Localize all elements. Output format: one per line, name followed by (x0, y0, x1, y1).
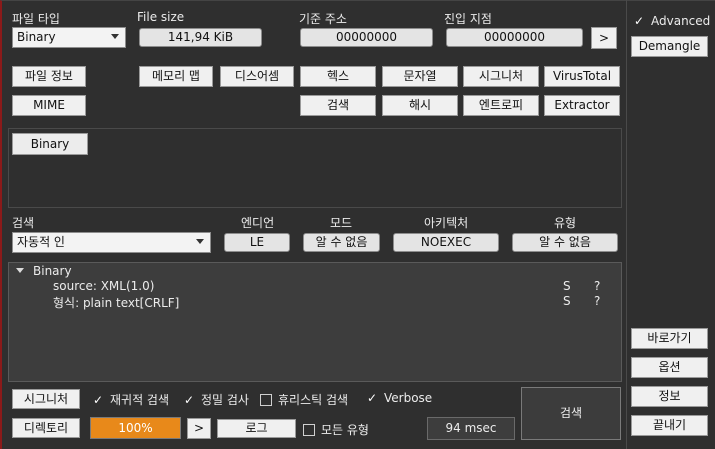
hex-button[interactable]: 헥스 (300, 66, 376, 87)
demangle-button[interactable]: Demangle (631, 36, 708, 57)
tree-row-source-flag[interactable]: S (563, 279, 571, 293)
base-address-label: 기준 주소 (299, 12, 347, 26)
endian-label: 엔디언 (241, 216, 275, 230)
unchecked-box-icon (303, 423, 315, 436)
progress-bar: 100% (90, 417, 181, 439)
log-button[interactable]: 로그 (217, 419, 296, 438)
type-label: 유형 (554, 216, 577, 230)
check-icon: ✓ (92, 392, 104, 407)
mode-label: 모드 (330, 216, 353, 230)
verbose-label: Verbose (384, 391, 433, 405)
recursive-checkbox[interactable]: ✓ 재귀적 검색 (92, 391, 169, 408)
all-types-label: 모든 유형 (321, 423, 369, 437)
endian-field: LE (224, 233, 290, 252)
exit-button[interactable]: 끝내기 (631, 415, 708, 436)
tree-row-format[interactable]: 형식: plain text[CRLF] (53, 294, 179, 311)
tree-row-format-flag[interactable]: S (563, 294, 571, 308)
entropy-button[interactable]: 엔트로피 (463, 95, 539, 116)
unchecked-box-icon (260, 393, 272, 406)
elapsed-time: 94 msec (427, 417, 515, 440)
virustotal-button[interactable]: VirusTotal (544, 66, 620, 87)
arch-label: 아키텍처 (424, 216, 469, 230)
deep-scan-checkbox[interactable]: ✓ 정밀 검사 (183, 391, 249, 408)
progress-text: 100% (118, 421, 153, 435)
search-mode-select[interactable]: 자동적 인 (12, 232, 211, 253)
strings-button[interactable]: 문자열 (382, 66, 458, 87)
mode-field: 알 수 없음 (303, 233, 380, 252)
search-mode-label: 검색 (12, 216, 35, 230)
check-icon: ✓ (633, 14, 645, 28)
search-mode-value: 자동적 인 (17, 235, 65, 249)
progress-go-button[interactable]: > (187, 418, 211, 439)
search-button[interactable]: 검색 (300, 95, 376, 116)
verbose-checkbox[interactable]: ✓ Verbose (366, 391, 432, 405)
file-info-button[interactable]: 파일 정보 (12, 66, 86, 87)
advanced-checkbox[interactable]: ✓ Advanced (633, 14, 710, 28)
signatures-bottom-button[interactable]: 시그니처 (12, 389, 80, 409)
arch-field: NOEXEC (393, 233, 499, 252)
advanced-label: Advanced (651, 14, 711, 28)
entry-point-label: 진입 지점 (444, 12, 492, 26)
about-button[interactable]: 정보 (631, 386, 708, 407)
mime-button[interactable]: MIME (12, 95, 86, 116)
disasm-button[interactable]: 디스어셈 (220, 66, 294, 87)
memory-map-button[interactable]: 메모리 맵 (139, 66, 213, 87)
scan-button[interactable]: 검색 (521, 387, 621, 440)
check-icon: ✓ (183, 392, 195, 407)
check-icon: ✓ (366, 391, 378, 405)
directory-button[interactable]: 디렉토리 (12, 418, 80, 438)
entry-point-go-button[interactable]: > (591, 27, 617, 49)
chevron-down-icon (111, 34, 119, 39)
shortcut-button[interactable]: 바로가기 (631, 328, 708, 349)
tree-row-format-info[interactable]: ? (594, 294, 600, 308)
filetype-panel: Binary (8, 128, 622, 208)
chevron-down-icon (196, 239, 204, 244)
signatures-button[interactable]: 시그니처 (463, 66, 539, 87)
all-types-checkbox[interactable]: 모든 유형 (303, 421, 369, 438)
results-tree[interactable]: Binary source: XML(1.0) S ? 형식: plain te… (8, 262, 622, 382)
heuristic-label: 휴리스틱 검색 (278, 393, 349, 407)
tree-row-source[interactable]: source: XML(1.0) (53, 279, 154, 293)
heuristic-checkbox[interactable]: 휴리스틱 검색 (260, 391, 348, 408)
extractor-button[interactable]: Extractor (544, 95, 620, 116)
base-address-field[interactable]: 00000000 (300, 28, 433, 47)
recursive-label: 재귀적 검색 (110, 393, 170, 407)
file-type-value: Binary (17, 30, 56, 44)
file-size-field: 141,94 KiB (139, 28, 262, 47)
options-button[interactable]: 옵션 (631, 357, 708, 378)
expand-icon[interactable] (16, 268, 24, 273)
tree-row-source-info[interactable]: ? (594, 279, 600, 293)
type-field: 알 수 없음 (512, 233, 618, 252)
file-type-label: 파일 타입 (12, 12, 60, 26)
hash-button[interactable]: 해시 (382, 95, 458, 116)
file-size-label: File size (137, 10, 185, 24)
filetype-tab-binary[interactable]: Binary (12, 133, 88, 155)
deep-scan-label: 정밀 검사 (201, 393, 249, 407)
file-type-select[interactable]: Binary (12, 27, 126, 48)
entry-point-field[interactable]: 00000000 (446, 28, 583, 47)
side-separator (626, 0, 627, 449)
tree-root-binary[interactable]: Binary (33, 264, 72, 278)
